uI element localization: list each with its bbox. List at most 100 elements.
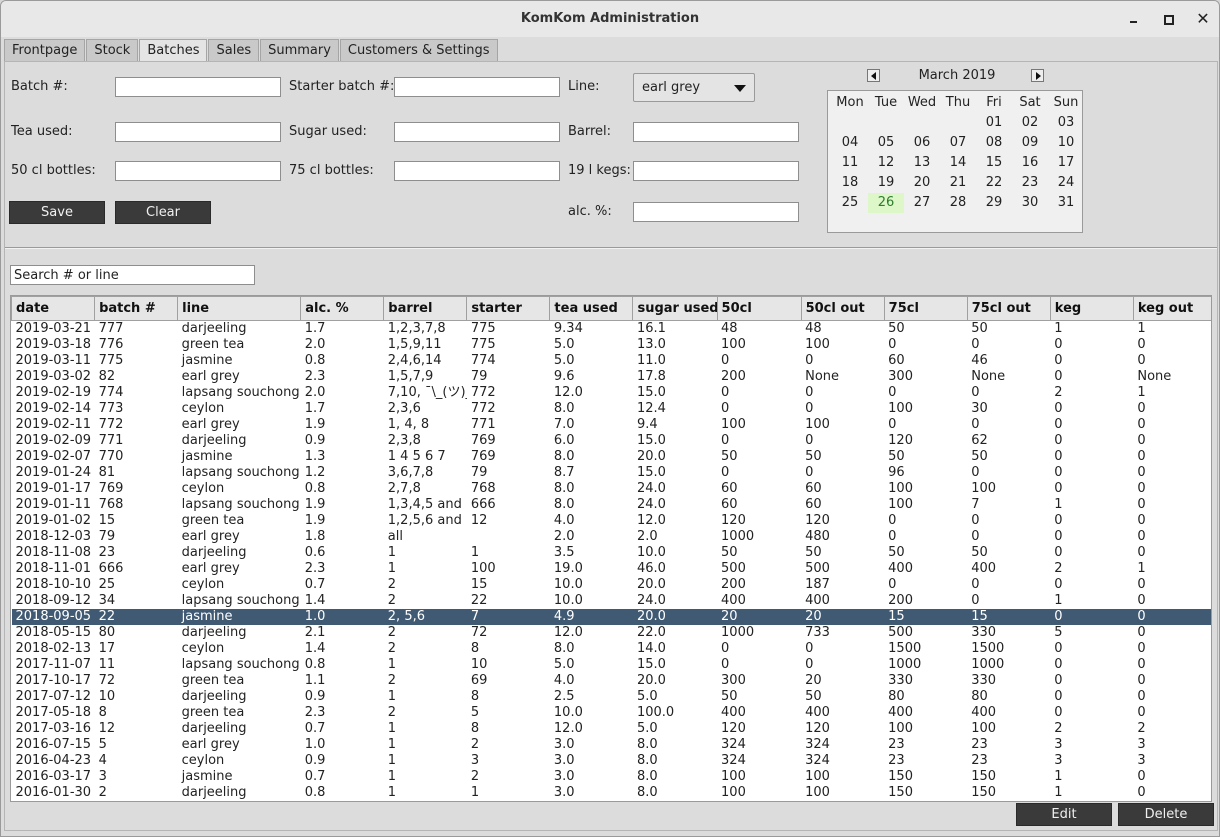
- column-header[interactable]: barrel: [383, 296, 468, 321]
- edit-button[interactable]: Edit: [1016, 803, 1112, 826]
- table-row[interactable]: 2019-02-09 771 darjeeling 0.9 2,3,8 769 6.0 15.…: [12, 433, 1212, 449]
- starter-batch-field[interactable]: [394, 77, 560, 97]
- calendar-day[interactable]: 24: [1048, 173, 1084, 193]
- calendar-day[interactable]: 20: [904, 173, 940, 193]
- calendar-day[interactable]: 28: [940, 193, 976, 213]
- table-row[interactable]: 2019-01-24 81 lapsang souchong 1.2 3,6,7,8 79…: [12, 465, 1212, 481]
- calendar-day[interactable]: 17: [1048, 153, 1084, 173]
- tab-customers-settings[interactable]: Customers & Settings: [339, 39, 498, 62]
- table-row[interactable]: 2016-03-17 3 jasmine 0.7 1 2 3.0 8.0 100 100 150 15…: [12, 769, 1212, 785]
- column-header[interactable]: sugar used: [632, 296, 718, 321]
- alc-field[interactable]: [633, 202, 799, 222]
- save-button[interactable]: Save: [9, 201, 105, 224]
- close-icon[interactable]: ✕: [1194, 10, 1212, 28]
- kegs-field[interactable]: [633, 161, 799, 181]
- table-row[interactable]: 2017-03-16 12 darjeeling 0.7 1 8 12.0 5.0 120 120…: [12, 721, 1212, 737]
- column-header[interactable]: starter: [466, 296, 551, 321]
- barrel-field[interactable]: [633, 122, 799, 142]
- calendar-day[interactable]: 27: [904, 193, 940, 213]
- calendar-day[interactable]: 30: [1012, 193, 1048, 213]
- calendar-day[interactable]: 10: [1048, 133, 1084, 153]
- column-header[interactable]: batch #: [94, 296, 179, 321]
- table-row[interactable]: 2019-03-02 82 earl grey 2.3 1,5,7,9 79 9.6 17.8…: [12, 369, 1212, 385]
- calendar-day[interactable]: 08: [976, 133, 1012, 153]
- table-row[interactable]: 2019-02-07 770 jasmine 1.3 1 4 5 6 7 769 8.0 20…: [12, 449, 1212, 465]
- table-row[interactable]: 2018-11-08 23 darjeeling 0.6 1 1 3.5 10.0 50 50 50…: [12, 545, 1212, 561]
- calendar-day[interactable]: 07: [940, 133, 976, 153]
- calendar-day[interactable]: 12: [868, 153, 904, 173]
- tab-sales[interactable]: Sales: [208, 39, 260, 62]
- tea-used-field[interactable]: [115, 122, 281, 142]
- calendar-day[interactable]: 13: [904, 153, 940, 173]
- calendar-day[interactable]: 31: [1048, 193, 1084, 213]
- table-row[interactable]: 2018-11-01 666 earl grey 2.3 1 100 19.0 46.0 500…: [12, 561, 1212, 577]
- calendar-day[interactable]: 21: [940, 173, 976, 193]
- calendar-day[interactable]: 16: [1012, 153, 1048, 173]
- sugar-used-field[interactable]: [394, 122, 560, 142]
- table-row[interactable]: 2019-01-02 15 green tea 1.9 1,2,5,6 and 12 4.0…: [12, 513, 1212, 529]
- calendar-day[interactable]: 19: [868, 173, 904, 193]
- calendar-day[interactable]: 14: [940, 153, 976, 173]
- table-row[interactable]: 2019-01-17 769 ceylon 0.8 2,7,8 768 8.0 24.0 60 6…: [12, 481, 1212, 497]
- calendar-day[interactable]: 05: [868, 133, 904, 153]
- column-header[interactable]: keg out: [1132, 296, 1211, 321]
- table-row[interactable]: 2019-03-21 777 darjeeling 1.7 1,2,3,7,8 775 9.…: [12, 321, 1212, 338]
- batch-number-field[interactable]: [115, 77, 281, 97]
- clear-button[interactable]: Clear: [115, 201, 211, 224]
- delete-button[interactable]: Delete: [1118, 803, 1214, 826]
- table-row[interactable]: 2018-10-10 25 ceylon 0.7 2 15 10.0 20.0 200 187 0 0…: [12, 577, 1212, 593]
- tab-summary[interactable]: Summary: [260, 39, 339, 62]
- calendar-day[interactable]: 23: [1012, 173, 1048, 193]
- table-row[interactable]: 2017-05-18 8 green tea 2.3 2 5 10.0 100.0 400 400…: [12, 705, 1212, 721]
- calendar-day[interactable]: 02: [1012, 113, 1048, 133]
- tab-batches[interactable]: Batches: [139, 39, 208, 63]
- calendar-day[interactable]: 22: [976, 173, 1012, 193]
- calendar-day[interactable]: 04: [832, 133, 868, 153]
- column-header[interactable]: alc. %: [300, 296, 385, 321]
- minimize-icon[interactable]: [1126, 10, 1144, 28]
- calendar-day[interactable]: 09: [1012, 133, 1048, 153]
- table-row[interactable]: 2019-02-11 772 earl grey 1.9 1, 4, 8 771 7.0 9.…: [12, 417, 1212, 433]
- calendar-day[interactable]: 15: [976, 153, 1012, 173]
- search-input[interactable]: [10, 265, 255, 285]
- bottles-75cl-field[interactable]: [394, 161, 560, 181]
- calendar-day[interactable]: 29: [976, 193, 1012, 213]
- line-select[interactable]: earl grey: [633, 73, 755, 102]
- table-row[interactable]: 2017-07-12 10 darjeeling 0.9 1 8 2.5 5.0 50 50 80 8…: [12, 689, 1212, 705]
- calendar-day[interactable]: 11: [832, 153, 868, 173]
- chevron-right-icon[interactable]: [1031, 69, 1044, 82]
- calendar-day[interactable]: 26: [868, 193, 904, 213]
- column-header[interactable]: keg: [1049, 296, 1134, 321]
- column-header[interactable]: 75cl out: [966, 296, 1051, 321]
- table-row[interactable]: 2018-12-03 79 earl grey 1.8 all 2.0 2.0 1000 480…: [12, 529, 1212, 545]
- table-row[interactable]: 2018-09-12 34 lapsang souchong 1.4 2 22 10.0 24…: [12, 593, 1212, 609]
- column-header[interactable]: tea used: [549, 296, 634, 321]
- table-row[interactable]: 2016-01-30 2 darjeeling 0.8 1 1 3.0 8.0 100 100 15…: [12, 785, 1212, 801]
- table-row[interactable]: 2019-03-18 776 green tea 2.0 1,5,9,11 775 5.0 1…: [12, 337, 1212, 353]
- maximize-icon[interactable]: [1160, 10, 1178, 28]
- table-row[interactable]: 2016-04-23 4 ceylon 0.9 1 3 3.0 8.0 324 324 23 23 3 3: [12, 753, 1212, 769]
- table-row[interactable]: 2017-11-07 11 lapsang souchong 0.8 1 10 5.0 15.…: [12, 657, 1212, 673]
- calendar-day[interactable]: 03: [1048, 113, 1084, 133]
- column-header[interactable]: 50cl: [716, 296, 802, 321]
- tab-stock[interactable]: Stock: [86, 39, 139, 62]
- column-header[interactable]: 75cl: [883, 296, 968, 321]
- calendar-day[interactable]: 25: [832, 193, 868, 213]
- calendar-day[interactable]: 06: [904, 133, 940, 153]
- tab-frontpage[interactable]: Frontpage: [4, 39, 86, 62]
- column-header[interactable]: 50cl out: [800, 296, 885, 321]
- table-row[interactable]: 2019-01-11 768 lapsang souchong 1.9 1,3,4,5 …: [12, 497, 1212, 513]
- table-row[interactable]: 2018-02-13 17 ceylon 1.4 2 8 8.0 14.0 0 0 1500 1500…: [12, 641, 1212, 657]
- table-row[interactable]: 2019-02-19 774 lapsang souchong 2.0 7,10, ¯\…: [12, 385, 1212, 401]
- calendar-day[interactable]: 18: [832, 173, 868, 193]
- table-row[interactable]: 2018-09-05 22 jasmine 1.0 2, 5,6 7 4.9 20.0 20 20…: [11, 609, 1211, 625]
- chevron-left-icon[interactable]: [867, 69, 880, 82]
- calendar-day[interactable]: 01: [976, 113, 1012, 133]
- bottles-50cl-field[interactable]: [115, 161, 281, 181]
- table-row[interactable]: 2017-10-17 72 green tea 1.1 2 69 4.0 20.0 300 20 3…: [12, 673, 1212, 689]
- table-row[interactable]: 2018-05-15 80 darjeeling 2.1 2 72 12.0 22.0 1000…: [12, 625, 1212, 641]
- table-row[interactable]: 2016-07-15 5 earl grey 1.0 1 2 3.0 8.0 324 324 23 2…: [12, 737, 1212, 753]
- column-header[interactable]: line: [177, 296, 302, 321]
- table-row[interactable]: 2019-03-11 775 jasmine 0.8 2,4,6,14 774 5.0 11.…: [12, 353, 1212, 369]
- column-header[interactable]: date: [11, 296, 96, 321]
